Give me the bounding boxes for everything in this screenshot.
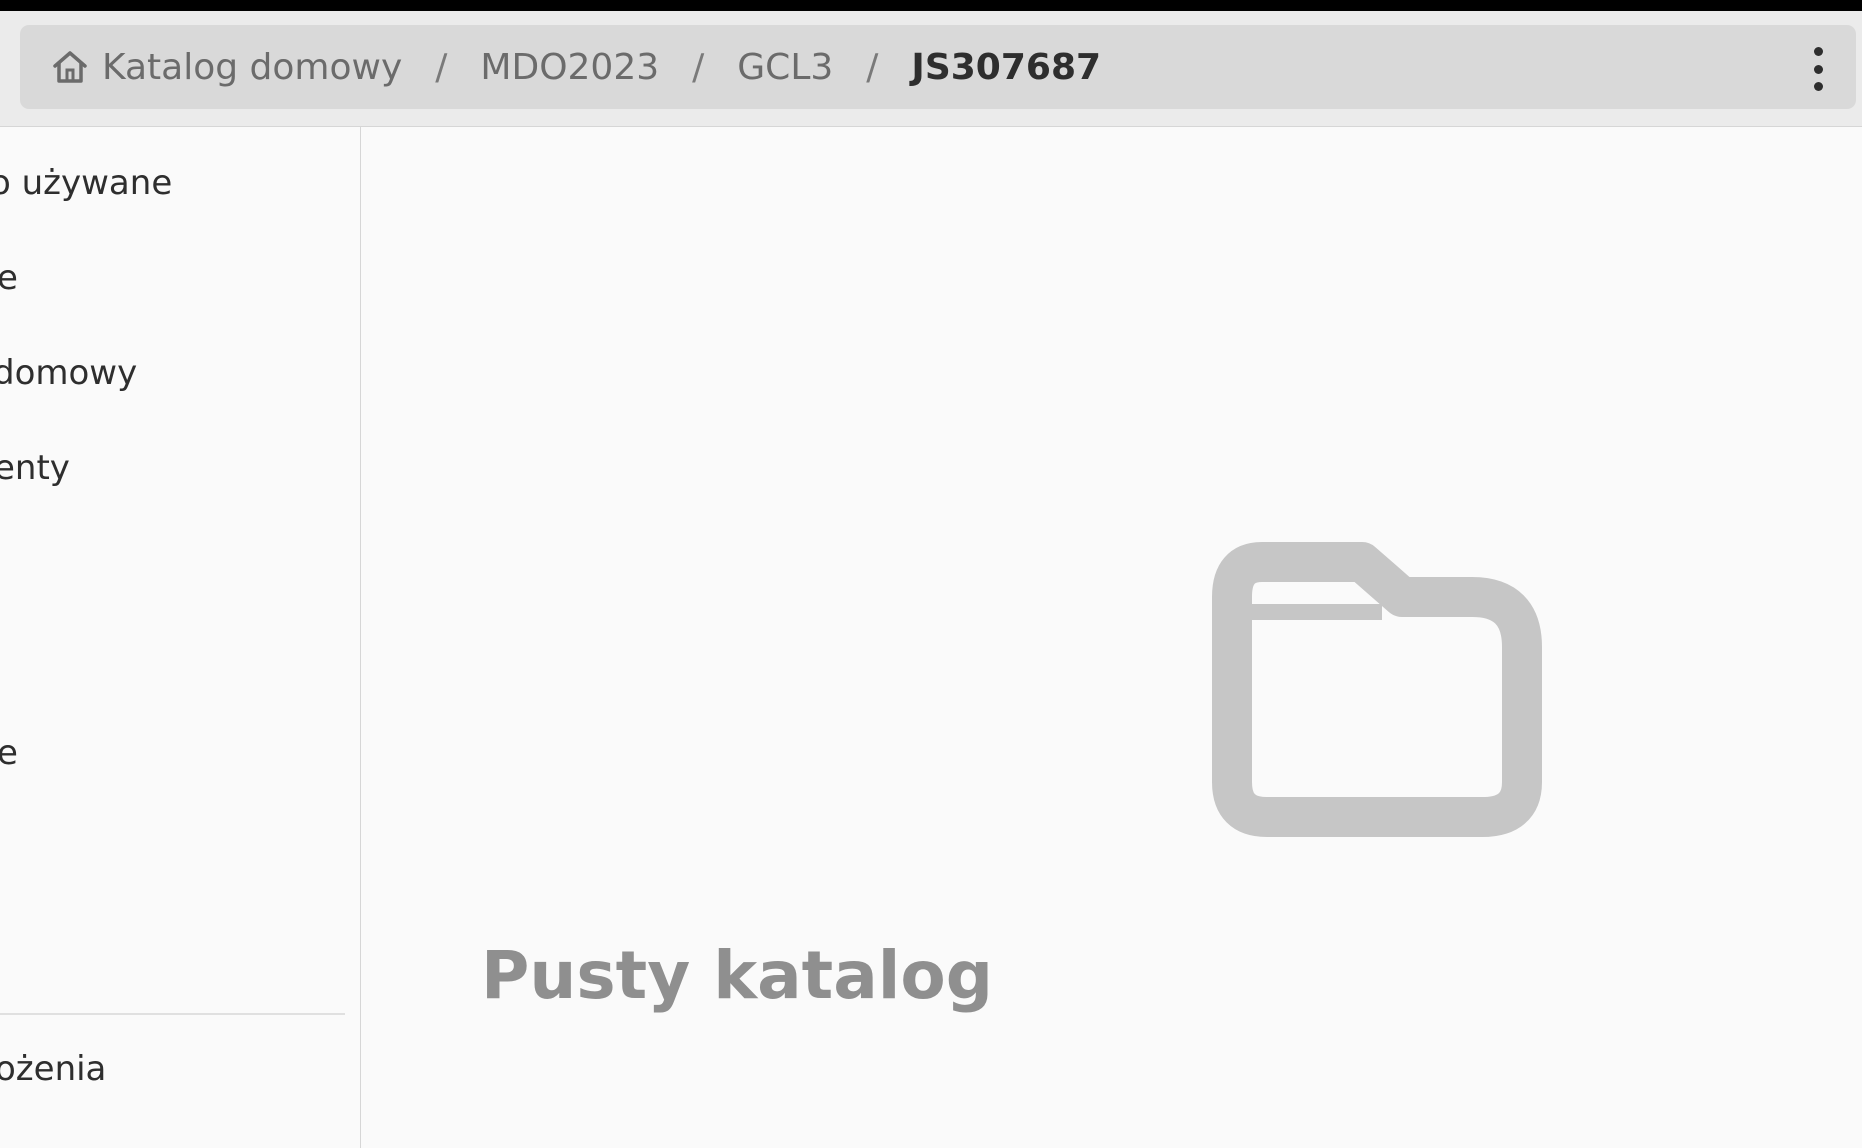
sidebar-item-other-locations[interactable]: ożenia xyxy=(0,1049,106,1089)
file-view[interactable]: Pusty katalog xyxy=(362,127,1862,1148)
breadcrumb-separator: / xyxy=(435,46,448,88)
breadcrumb: Katalog domowy / MDO2023 / GCL3 / JS3076… xyxy=(20,25,1856,109)
header-bar: Katalog domowy / MDO2023 / GCL3 / JS3076… xyxy=(0,11,1862,127)
more-vertical-icon xyxy=(1813,47,1823,56)
more-vertical-icon xyxy=(1813,82,1823,91)
breadcrumb-item-gcl3[interactable]: GCL3 xyxy=(737,47,833,88)
sidebar-item-label: enty xyxy=(0,448,70,488)
home-icon xyxy=(50,47,90,87)
breadcrumb-item-current[interactable]: JS307687 xyxy=(911,47,1101,88)
sidebar-item-starred[interactable]: e xyxy=(0,258,18,298)
breadcrumb-label: GCL3 xyxy=(737,46,834,88)
breadcrumb-label: JS307687 xyxy=(911,46,1102,88)
more-vertical-icon xyxy=(1813,64,1823,74)
sidebar-item-label: o używane xyxy=(0,163,173,203)
breadcrumb-item-mdo2023[interactable]: MDO2023 xyxy=(480,47,659,88)
sidebar-item-documents[interactable]: enty xyxy=(0,448,70,488)
sidebar-item-label: ożenia xyxy=(0,1049,107,1089)
more-options-button[interactable] xyxy=(1808,47,1828,91)
breadcrumb-item-home[interactable]: Katalog domowy xyxy=(50,47,402,88)
breadcrumb-separator: / xyxy=(692,46,705,88)
sidebar-item-trash[interactable]: e xyxy=(0,733,18,773)
empty-state-label: Pusty katalog xyxy=(481,937,993,1014)
sidebar-item-label: e xyxy=(0,258,18,298)
sidebar-item-label: e xyxy=(0,733,18,773)
folder-icon xyxy=(1212,542,1542,837)
breadcrumb-label: MDO2023 xyxy=(480,46,660,88)
sidebar-item-label: domowy xyxy=(0,353,138,393)
window-top-strip xyxy=(0,0,1862,11)
sidebar-item-recent[interactable]: o używane xyxy=(0,163,172,203)
breadcrumb-separator: / xyxy=(866,46,879,88)
breadcrumb-label: Katalog domowy xyxy=(102,46,403,88)
sidebar-item-home[interactable]: domowy xyxy=(0,353,137,393)
